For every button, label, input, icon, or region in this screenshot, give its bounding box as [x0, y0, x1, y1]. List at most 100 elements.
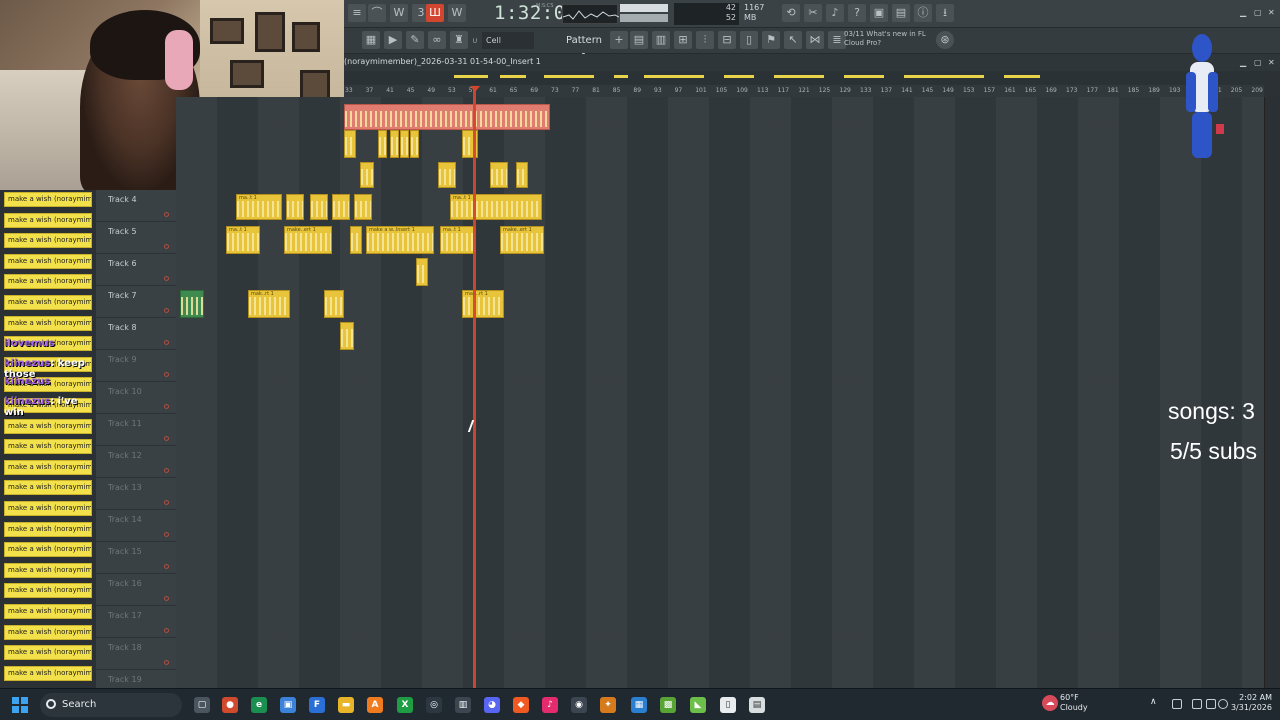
master-pitch-bar[interactable]	[620, 14, 668, 22]
close-icon[interactable]: ✕	[1268, 8, 1275, 17]
volume-icon[interactable]	[1218, 699, 1228, 709]
download-icon[interactable]: ⭳	[936, 4, 954, 22]
track-header[interactable]: Track 5	[96, 222, 176, 254]
playlist-maximize-icon[interactable]: ▢	[1254, 58, 1262, 67]
snap-select[interactable]: Cell	[482, 32, 534, 49]
mixer-icon[interactable]: ▤	[892, 4, 910, 22]
track-mute-indicator-icon[interactable]	[164, 436, 169, 441]
browser-edge-icon[interactable]: e	[251, 697, 267, 713]
app-icon-8[interactable]: ◎	[426, 697, 442, 713]
discord-icon[interactable]: ◕	[484, 697, 500, 713]
track-mute-indicator-icon[interactable]	[164, 628, 169, 633]
app-icon-15[interactable]: ▦	[631, 697, 647, 713]
app-icon-16[interactable]: ▩	[660, 697, 676, 713]
browser-icon[interactable]: ⊟	[718, 31, 736, 49]
link-icon[interactable]: ∞	[428, 31, 446, 49]
track-mute-indicator-icon[interactable]	[164, 244, 169, 249]
undo-icon[interactable]: ⟲	[782, 4, 800, 22]
menu-icon[interactable]: ≡	[348, 4, 366, 22]
track-header[interactable]: Track 13	[96, 478, 176, 510]
app-icon-9[interactable]: ▥	[455, 697, 471, 713]
mixer-view-icon[interactable]: ⫶	[696, 31, 714, 49]
excel-icon[interactable]: X	[397, 697, 413, 713]
track-mute-indicator-icon[interactable]	[164, 468, 169, 473]
timeline-ruler[interactable]: 3337414549535761656973778185899397101105…	[344, 85, 1264, 97]
loop-record-icon[interactable]: W	[448, 4, 466, 22]
windows-start-icon[interactable]	[12, 697, 28, 713]
taskbar-clock[interactable]: 2:02 AM 3/31/2026	[1228, 693, 1272, 713]
taskbar-search[interactable]: Search	[40, 693, 182, 717]
track-header[interactable]: Track 15	[96, 542, 176, 574]
track-header[interactable]: Track 14	[96, 510, 176, 542]
tray-expand-icon[interactable]: ∧	[1150, 697, 1157, 707]
track-mute-indicator-icon[interactable]	[164, 372, 169, 377]
playhead[interactable]	[473, 88, 476, 688]
minimize-icon[interactable]: ▁	[1240, 8, 1246, 17]
obs-icon[interactable]: ◉	[571, 697, 587, 713]
track-header[interactable]: Track 12	[96, 446, 176, 478]
track-header[interactable]: Track 17	[96, 606, 176, 638]
track-mute-indicator-icon[interactable]	[164, 308, 169, 313]
mic-icon[interactable]: ♪	[826, 4, 844, 22]
fl-cloud-icon[interactable]: ⊛	[936, 31, 954, 49]
news-ticker[interactable]: 03/11 What's new in FL Cloud Pro?	[844, 30, 934, 48]
nvidia-icon[interactable]: ◣	[690, 697, 706, 713]
track-mute-indicator-icon[interactable]	[164, 404, 169, 409]
track-mute-indicator-icon[interactable]	[164, 596, 169, 601]
track-mute-indicator-icon[interactable]	[164, 564, 169, 569]
stamp-icon[interactable]: ♜	[450, 31, 468, 49]
track-mute-indicator-icon[interactable]	[164, 340, 169, 345]
fl-studio-icon[interactable]: ✦	[600, 697, 616, 713]
track-header[interactable]: Track 8	[96, 318, 176, 350]
app-icon-1[interactable]: ●	[222, 697, 238, 713]
track-header[interactable]: Track 11	[96, 414, 176, 446]
record-mode-icon[interactable]: Ш	[426, 4, 444, 22]
track-mute-indicator-icon[interactable]	[164, 660, 169, 665]
track-header[interactable]: Track 9	[96, 350, 176, 382]
playlist-icon[interactable]: ▤	[630, 31, 648, 49]
play-arrow-icon[interactable]: ▶	[384, 31, 402, 49]
save-icon[interactable]: ▣	[870, 4, 888, 22]
app-icon-3[interactable]: ▣	[280, 697, 296, 713]
track-header[interactable]: Track 4	[96, 190, 176, 222]
draw-icon[interactable]: ✎	[406, 31, 424, 49]
help-icon[interactable]: ?	[848, 4, 866, 22]
app-icon-19[interactable]: ▤	[749, 697, 765, 713]
add-pattern-icon[interactable]: +	[610, 31, 628, 49]
track-mute-indicator-icon[interactable]	[164, 276, 169, 281]
track-mute-indicator-icon[interactable]	[164, 500, 169, 505]
weather-icon[interactable]: ☁	[1042, 695, 1058, 711]
track-header[interactable]: Track 6	[96, 254, 176, 286]
channel-rack-icon[interactable]: ▥	[652, 31, 670, 49]
network-icon[interactable]	[1206, 699, 1216, 709]
track-header[interactable]: Track 7	[96, 286, 176, 318]
playlist-overview[interactable]	[344, 71, 1264, 85]
metronome-icon[interactable]: W	[390, 4, 408, 22]
typing-keyboard-icon[interactable]: ⌒	[368, 4, 386, 22]
brave-icon[interactable]: ◆	[513, 697, 529, 713]
task-view-icon[interactable]: ▢	[194, 697, 210, 713]
master-volume-bar[interactable]	[620, 4, 668, 12]
playlist-grid[interactable]	[176, 97, 1264, 688]
track-header[interactable]: Track 10	[96, 382, 176, 414]
tray-cloud-icon[interactable]	[1192, 699, 1202, 709]
file-explorer-icon[interactable]: ▬	[338, 697, 354, 713]
playlist-close-icon[interactable]: ✕	[1268, 58, 1275, 67]
track-mute-indicator-icon[interactable]	[164, 212, 169, 217]
track-header[interactable]: Track 18	[96, 638, 176, 670]
playlist-minimize-icon[interactable]: ▁	[1240, 58, 1246, 67]
tray-app-icon[interactable]	[1172, 699, 1182, 709]
piano-roll-icon[interactable]: ▦	[362, 31, 380, 49]
notepad-icon[interactable]: ▯	[720, 697, 736, 713]
app-icon-6[interactable]: A	[367, 697, 383, 713]
info-icon[interactable]: ⓘ	[914, 4, 932, 22]
track-header[interactable]: Track 16	[96, 574, 176, 606]
step-seq-icon[interactable]: ⊞	[674, 31, 692, 49]
plugin-icon[interactable]: ⚑	[762, 31, 780, 49]
vertical-scrollbar[interactable]	[1264, 97, 1280, 688]
maximize-icon[interactable]: ▢	[1254, 8, 1262, 17]
playhead-marker-icon[interactable]	[470, 86, 480, 92]
tiktok-icon[interactable]: ♪	[542, 697, 558, 713]
clipboard-icon[interactable]: ▯	[740, 31, 758, 49]
network-icon[interactable]: ⋈	[806, 31, 824, 49]
